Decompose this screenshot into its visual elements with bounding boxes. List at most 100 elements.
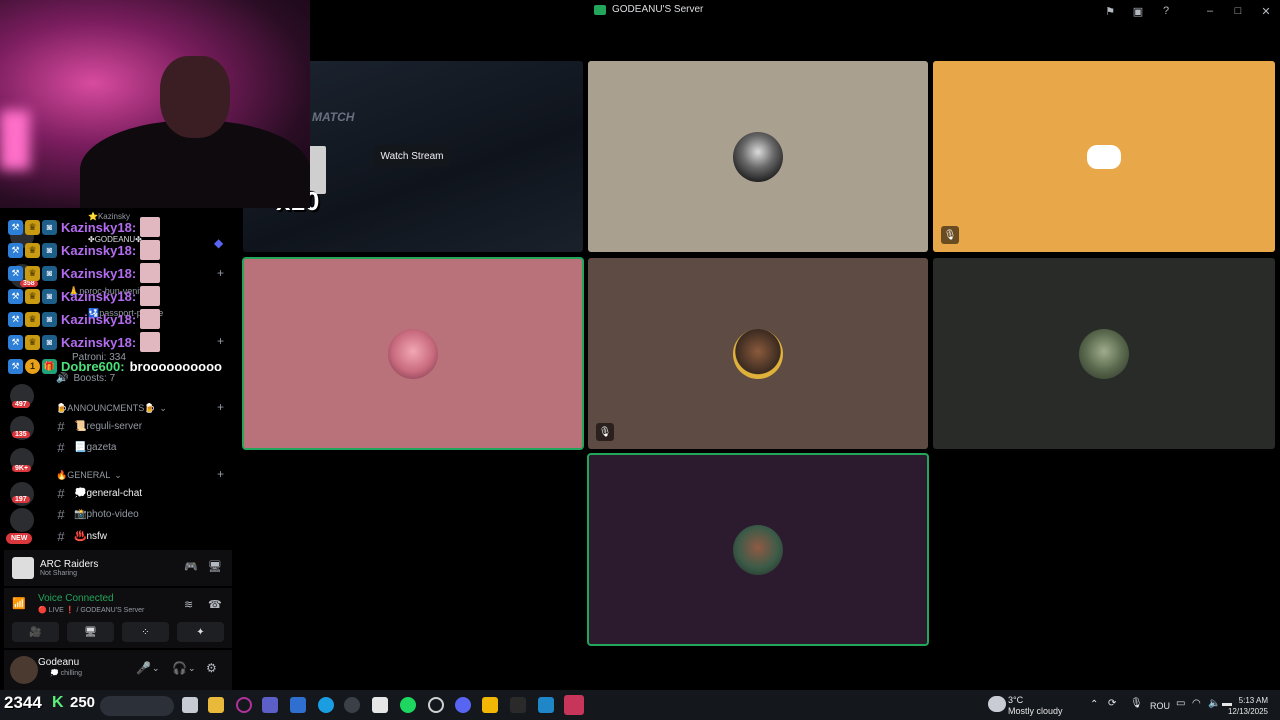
channel-gazeta[interactable]: # 📃gazeta — [56, 438, 226, 456]
toggle-camera-button[interactable]: 🎥 — [12, 622, 59, 642]
chevron-up-icon[interactable]: ⌃ — [1090, 699, 1098, 710]
volume-icon[interactable]: 🔈 — [1208, 698, 1220, 709]
chat-message: ⚒ ♛ ◙ Kazinsky18: — [8, 309, 161, 329]
channel-label: 💭general-chat — [74, 487, 143, 499]
category-general[interactable]: 🔥GENERAL ⌄ — [56, 470, 122, 481]
controller-icon[interactable]: 🎮 — [184, 560, 198, 573]
camera-badge-icon: ◙ — [42, 265, 57, 281]
participant-tile-5[interactable] — [933, 258, 1275, 449]
lamp-glow — [0, 110, 30, 170]
avatar[interactable] — [10, 656, 38, 684]
overlay-icon[interactable]: ▣ — [1124, 0, 1152, 22]
participant-tile-2[interactable]: 🎙 — [933, 61, 1275, 252]
new-badge: NEW — [6, 533, 33, 544]
user-panel: Godeanu 💭 chilling 🎤 ⌄ 🎧 ⌄ ⚙ — [4, 650, 232, 690]
maximize-icon[interactable]: □ — [1224, 0, 1252, 22]
tool-badge-icon: ⚒ — [8, 334, 23, 350]
mic-muted-icon: 🎙 — [596, 423, 614, 441]
teams-icon[interactable] — [262, 697, 278, 713]
category-label: 🍺ANNOUNCMENTS🍺 — [56, 403, 156, 413]
camera-badge-icon: ◙ — [42, 219, 57, 235]
chat-username: Kazinsky18: — [61, 242, 137, 258]
chat-emote — [140, 286, 161, 306]
weather-cloud-icon[interactable] — [988, 696, 1006, 712]
help-icon[interactable]: ? — [1152, 0, 1180, 22]
tool-badge-icon: ⚒ — [8, 242, 23, 258]
channel-reguli-server[interactable]: # 📜reguli-server — [56, 417, 226, 435]
participant-tile-4[interactable]: 🎙 — [588, 258, 928, 449]
flag-icon[interactable]: ⚑ — [1096, 0, 1124, 22]
add-channel-button[interactable]: + — [217, 400, 224, 414]
participant-tile-3[interactable] — [242, 257, 584, 450]
participant-tile-1[interactable] — [588, 61, 928, 252]
activities-button[interactable]: ⁘ — [122, 622, 169, 642]
server-icon[interactable] — [10, 508, 34, 532]
store-icon[interactable] — [372, 697, 388, 713]
camera-badge-icon: ◙ — [42, 288, 57, 304]
sync-icon[interactable]: ⟳ — [1108, 698, 1116, 709]
disconnect-icon[interactable]: ☎ — [208, 598, 222, 611]
chat-username: Kazinsky18: — [61, 288, 137, 304]
webcam-overlay — [0, 0, 310, 208]
app-icon[interactable] — [236, 697, 252, 713]
headphones-icon[interactable]: 🎧 — [172, 661, 187, 675]
language-indicator[interactable]: ROU — [1150, 701, 1170, 711]
add-channel-button[interactable]: + — [217, 266, 224, 280]
task-view-icon[interactable] — [182, 697, 198, 713]
app-icon[interactable] — [538, 697, 554, 713]
streamer-head — [160, 56, 230, 138]
watch-stream-button[interactable]: Watch Stream — [374, 145, 450, 167]
crown-badge-icon: ♛ — [25, 334, 40, 350]
minimize-icon[interactable]: – — [1196, 0, 1224, 22]
share-screen-button[interactable]: 🖥 — [67, 622, 114, 642]
tool-badge-icon: ⚒ — [8, 358, 23, 374]
hash-icon: # — [57, 528, 65, 544]
tool-badge-icon: ⚒ — [8, 288, 23, 304]
clock[interactable]: 5:13 AM 12/13/2025 — [1228, 695, 1268, 717]
app-icon[interactable] — [344, 697, 360, 713]
share-screen-icon[interactable]: 🖥 — [208, 560, 222, 573]
microphone-icon[interactable]: 🎤 — [136, 661, 151, 675]
edge-icon[interactable] — [318, 697, 334, 713]
hash-icon: # — [57, 439, 65, 455]
game-logo-icon — [12, 557, 34, 579]
app-icon[interactable] — [428, 697, 444, 713]
viewer-count: 250 — [70, 694, 96, 711]
channel-photo-video[interactable]: # 📸photo-video — [56, 505, 226, 523]
chevron-down-icon[interactable]: ⌄ — [188, 663, 196, 674]
settings-gear-icon[interactable]: ⚙ — [206, 661, 217, 675]
stream-game-text: MATCH — [312, 110, 355, 124]
sub-badge: 1 — [25, 358, 40, 374]
channel-label: 📜reguli-server — [74, 420, 143, 432]
steam-icon[interactable] — [564, 695, 584, 715]
k-label: K — [52, 694, 64, 711]
camera-badge-icon: ◙ — [42, 242, 57, 258]
close-icon[interactable]: ✕ — [1252, 0, 1280, 22]
participant-tile-6[interactable] — [587, 453, 929, 646]
wifi-icon[interactable]: ◠ — [1192, 698, 1201, 709]
app-icon[interactable] — [290, 697, 306, 713]
hash-icon: # — [57, 506, 65, 522]
soundboard-button[interactable]: ✦ — [177, 622, 224, 642]
channel-nsfw[interactable]: # ♨️nsfw — [56, 527, 226, 545]
gift-badge-icon: 🎁 — [42, 358, 57, 374]
chat-message: ⚒ ♛ ◙ Kazinsky18: — [8, 263, 161, 283]
spotify-icon[interactable] — [400, 697, 416, 713]
chevron-down-icon[interactable]: ⌄ — [152, 663, 160, 674]
microphone-icon[interactable]: 🎙 — [1130, 698, 1143, 709]
taskbar-search[interactable] — [100, 696, 174, 716]
add-channel-button[interactable]: ◆ — [214, 236, 224, 250]
discord-icon[interactable] — [455, 697, 471, 713]
noise-suppression-icon[interactable]: ≋ — [184, 598, 193, 611]
network-icon[interactable]: ▭ — [1176, 698, 1185, 709]
file-explorer-icon[interactable] — [208, 697, 224, 713]
epic-games-icon[interactable] — [510, 697, 526, 713]
voice-location[interactable]: 🔴 LIVE ❗ / GODEANU'S Server — [38, 606, 144, 614]
chat-message: ⚒ ♛ ◙ Kazinsky18: — [8, 217, 161, 237]
category-announcements[interactable]: 🍺ANNOUNCMENTS🍺 ⌄ — [56, 403, 167, 414]
rockstar-icon[interactable] — [482, 697, 498, 713]
channel-general-chat[interactable]: # 💭general-chat — [56, 484, 226, 502]
add-channel-button[interactable]: + — [217, 334, 224, 348]
voice-status: Voice Connected — [38, 593, 114, 604]
add-channel-button[interactable]: + — [217, 467, 224, 481]
